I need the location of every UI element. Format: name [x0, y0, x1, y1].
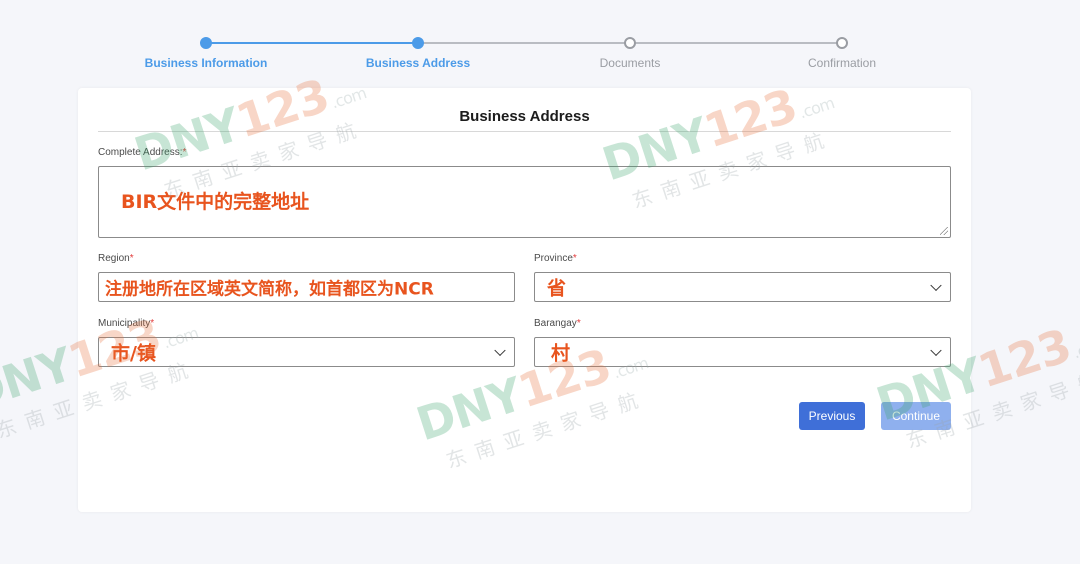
complete-address-textarea[interactable]: BIR文件中的完整地址 — [98, 166, 951, 238]
municipality-label-text: Municipality — [98, 318, 151, 329]
municipality-label: Municipality* — [98, 318, 154, 329]
continue-button[interactable]: Continue — [881, 402, 951, 430]
municipality-value: 市/镇 — [111, 342, 156, 365]
step-dot-business-address[interactable] — [412, 37, 424, 49]
complete-address-label-text: Complete Address: — [98, 147, 183, 158]
title-divider — [98, 131, 951, 132]
chevron-down-icon — [494, 344, 506, 357]
province-label: Province* — [534, 253, 577, 264]
step-label-business-address[interactable]: Business Address — [328, 56, 508, 70]
province-label-text: Province — [534, 253, 573, 264]
region-label-text: Region — [98, 253, 130, 264]
region-value: 注册地所在区域英文简称，如首都区为NCR — [105, 279, 434, 300]
step-dot-confirmation — [836, 37, 848, 49]
region-select[interactable]: 注册地所在区域英文简称，如首都区为NCR — [98, 272, 515, 302]
required-mark: * — [572, 253, 577, 264]
required-mark: * — [129, 253, 134, 264]
business-address-card: Business Address Complete Address:* BIR文… — [78, 88, 971, 512]
chevron-down-icon — [930, 344, 942, 357]
barangay-label-text: Barangay — [534, 318, 577, 329]
step-label-business-information[interactable]: Business Information — [116, 56, 296, 70]
step-connector-2 — [418, 42, 630, 44]
chevron-down-icon — [930, 279, 942, 292]
province-value: 省 — [547, 277, 567, 300]
card-title: Business Address — [459, 108, 590, 125]
step-dot-business-information[interactable] — [200, 37, 212, 49]
resize-handle-icon[interactable] — [940, 227, 948, 235]
required-mark: * — [150, 318, 155, 329]
complete-address-label: Complete Address:* — [98, 147, 186, 158]
required-mark: * — [182, 147, 187, 158]
required-mark: * — [576, 318, 581, 329]
complete-address-value: BIR文件中的完整地址 — [121, 191, 310, 213]
barangay-value: 村 — [551, 342, 571, 365]
step-connector-3 — [630, 42, 842, 44]
barangay-select[interactable]: 村 — [534, 337, 951, 367]
step-label-documents: Documents — [599, 56, 661, 70]
step-label-confirmation: Confirmation — [807, 56, 877, 70]
step-dot-documents — [624, 37, 636, 49]
barangay-label: Barangay* — [534, 318, 581, 329]
step-connector-1 — [206, 42, 418, 44]
progress-stepper: Business Information Business Address Do… — [0, 0, 1080, 80]
province-select[interactable]: 省 — [534, 272, 951, 302]
region-label: Region* — [98, 253, 134, 264]
municipality-select[interactable]: 市/镇 — [98, 337, 515, 367]
previous-button[interactable]: Previous — [799, 402, 865, 430]
